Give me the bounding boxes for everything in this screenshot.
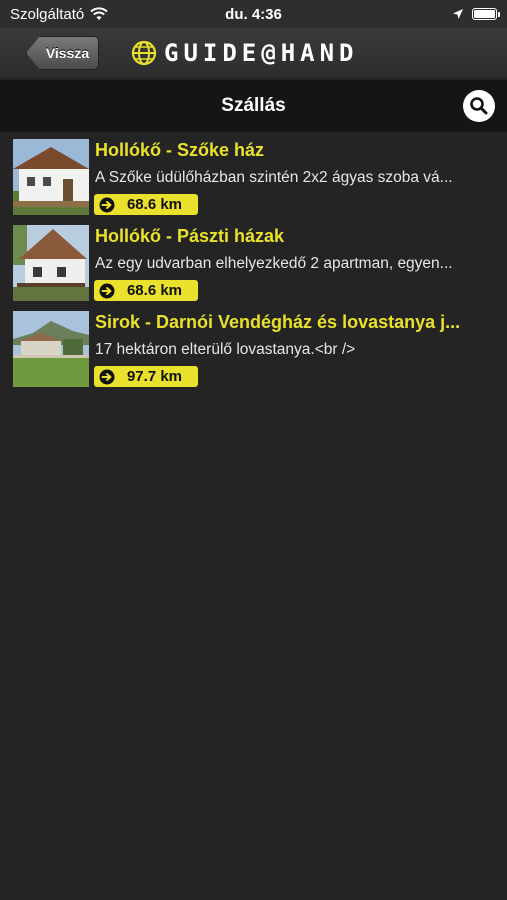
- battery-icon: [472, 8, 500, 20]
- item-thumbnail: [13, 139, 89, 215]
- direction-arrow-icon: [99, 369, 115, 384]
- search-button[interactable]: [463, 90, 495, 122]
- distance-value: 68.6 km: [126, 196, 183, 213]
- item-title: Sirok - Darnói Vendégház és lovastanya j…: [95, 312, 461, 332]
- distance-value: 68.6 km: [126, 282, 183, 299]
- back-button[interactable]: Vissza: [26, 36, 99, 70]
- item-thumbnail: [13, 311, 89, 387]
- status-left: Szolgáltató: [10, 6, 108, 23]
- list-item[interactable]: Hollókő - Pászti házak Az egy udvarban e…: [0, 224, 507, 310]
- status-right: [452, 8, 500, 20]
- app-logo: GUIDE@HAND: [130, 39, 359, 67]
- item-title: Hollókő - Szőke ház: [95, 140, 265, 160]
- direction-arrow-icon: [99, 197, 115, 212]
- distance-value: 97.7 km: [126, 368, 183, 385]
- search-icon: [470, 97, 488, 115]
- list-item[interactable]: Sirok - Darnói Vendégház és lovastanya j…: [0, 310, 507, 396]
- title-bar: Szállás: [0, 80, 507, 132]
- distance-badge: 68.6 km: [94, 280, 198, 301]
- item-title: Hollókő - Pászti házak: [95, 226, 285, 246]
- item-description: Az egy udvarban elhelyezkedő 2 apartman,…: [95, 255, 453, 272]
- app-header: Vissza GUIDE@HAND: [0, 28, 507, 78]
- logo-globe-icon: [131, 40, 157, 66]
- page-title: Szállás: [221, 95, 286, 116]
- wifi-icon: [90, 7, 108, 20]
- distance-badge: 68.6 km: [94, 194, 198, 215]
- accommodation-list: Hollókő - Szőke ház A Szőke üdülőházban …: [0, 138, 507, 396]
- logo-text: GUIDE@HAND: [164, 39, 359, 67]
- direction-arrow-icon: [99, 283, 115, 298]
- item-description: 17 hektáron elterülő lovastanya.<br />: [95, 341, 356, 358]
- item-description: A Szőke üdülőházban szintén 2x2 ágyas sz…: [95, 169, 453, 186]
- carrier-label: Szolgáltató: [10, 5, 85, 23]
- distance-badge: 97.7 km: [94, 366, 198, 387]
- status-bar: Szolgáltató du. 4:36: [0, 0, 507, 28]
- list-item[interactable]: Hollókő - Szőke ház A Szőke üdülőházban …: [0, 138, 507, 224]
- item-thumbnail: [13, 225, 89, 301]
- location-arrow-icon: [453, 9, 463, 19]
